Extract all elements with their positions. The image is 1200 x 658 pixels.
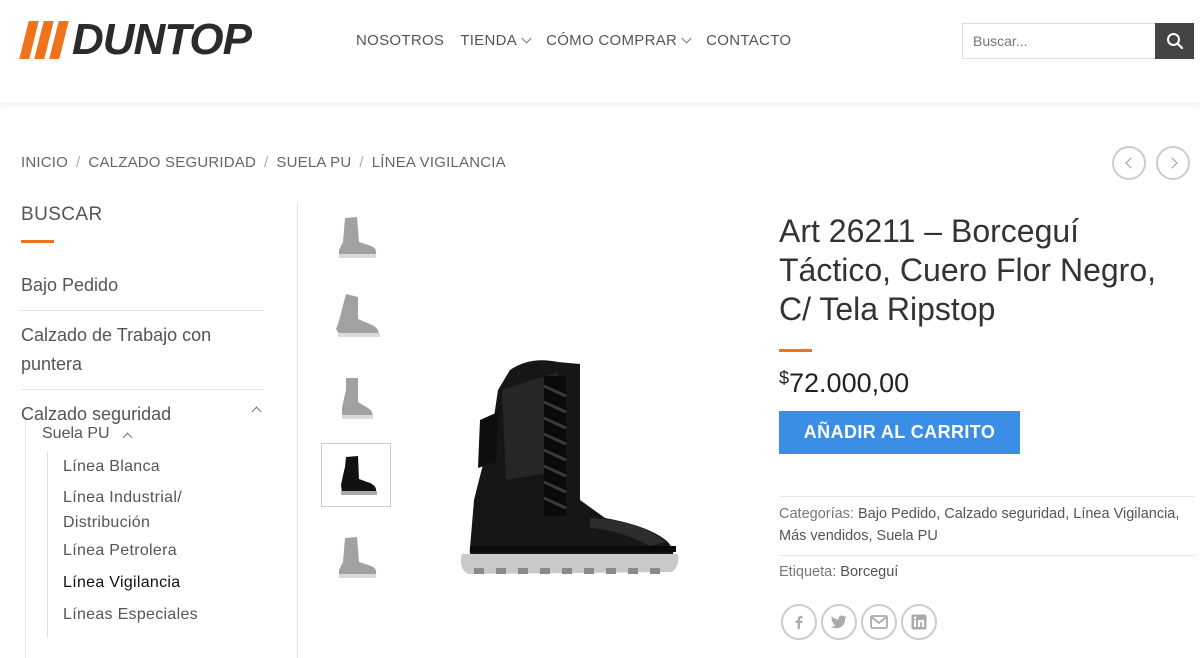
breadcrumb-separator: / [359, 154, 364, 171]
nav-label: NOSOTROS [356, 32, 445, 49]
search-input[interactable] [962, 23, 1155, 59]
boot-thumbnail [341, 456, 377, 495]
product-categories: Categorías: Bajo Pedido, Calzado segurid… [779, 506, 1180, 544]
tag-link[interactable]: Borceguí [840, 564, 898, 580]
site-header: DUNTOP NOSOTROS TIENDA CÓMO COMPRAR CONT… [0, 0, 1200, 102]
nav-tienda[interactable]: TIENDA [460, 32, 532, 49]
tag-label: Etiqueta: [779, 564, 837, 580]
column-divider [297, 203, 298, 658]
category-link[interactable]: Suela PU [877, 528, 938, 544]
sidebar-title: BUSCAR [21, 204, 103, 225]
chevron-right-icon [1165, 157, 1178, 169]
logo-text: DUNTOP [72, 15, 252, 64]
meta-divider [779, 496, 1195, 497]
boot-thumbnail [342, 378, 373, 419]
subitem-label: Suela PU [42, 425, 110, 442]
prev-product-button[interactable] [1112, 146, 1146, 180]
sidebar-link-linea-petrolera[interactable]: Línea Petrolera [63, 542, 213, 574]
chevron-up-icon[interactable] [122, 432, 133, 442]
thumbnail-5[interactable] [321, 525, 391, 589]
thumbnail-4-active[interactable] [321, 443, 391, 507]
title-divider [779, 349, 812, 352]
thumbnail-1[interactable] [321, 205, 391, 269]
sidebar-item-label: Calzado seguridad [21, 404, 172, 424]
add-to-cart-button[interactable]: AÑADIR AL CARRITO [779, 411, 1020, 454]
chevron-up-icon[interactable] [251, 406, 262, 417]
categories-label: Categorías: [779, 506, 854, 522]
product-price: $72.000,00 [779, 368, 909, 399]
sub-sub-list: Línea Blanca Línea Industrial/ Distribuc… [63, 458, 213, 638]
linkedin-icon [911, 614, 927, 630]
thumbnail-2[interactable] [321, 283, 391, 347]
share-linkedin-button[interactable] [901, 604, 937, 640]
search-button[interactable] [1155, 23, 1194, 59]
tree-line [47, 452, 48, 638]
main-nav: NOSOTROS TIENDA CÓMO COMPRAR CONTACTO [356, 32, 791, 49]
sidebar-item-bajo-pedido[interactable]: Bajo Pedido [21, 261, 264, 311]
share-twitter-button[interactable] [821, 604, 857, 640]
logo-bars [19, 21, 69, 59]
category-link[interactable]: Calzado seguridad [944, 506, 1065, 522]
currency-symbol: $ [779, 368, 790, 388]
title-underline [21, 240, 54, 243]
product-tags: Etiqueta: Borceguí [779, 561, 1195, 583]
thumbnail-3[interactable] [321, 365, 391, 429]
nav-como-comprar[interactable]: CÓMO COMPRAR [546, 32, 692, 49]
logo[interactable]: DUNTOP [19, 15, 252, 64]
meta-divider [779, 555, 1195, 556]
nav-label: TIENDA [460, 32, 518, 49]
share-facebook-button[interactable] [781, 604, 817, 640]
boot-thumbnail [336, 294, 380, 337]
nav-contacto[interactable]: CONTACTO [706, 32, 791, 49]
chevron-down-icon [521, 33, 532, 44]
search-icon [1166, 33, 1183, 50]
nav-label: CONTACTO [706, 32, 792, 49]
nav-label: CÓMO COMPRAR [546, 32, 678, 49]
breadcrumb-linea-vigilancia[interactable]: LÍNEA VIGILANCIA [372, 154, 506, 171]
share-email-button[interactable] [861, 604, 897, 640]
boot-thumbnail [339, 217, 377, 258]
email-icon [870, 615, 888, 629]
category-link[interactable]: Línea Vigilancia [1073, 506, 1175, 522]
category-link[interactable]: Bajo Pedido [858, 506, 936, 522]
breadcrumb-separator: / [264, 154, 269, 171]
breadcrumb: INICIO / CALZADO SEGURIDAD / SUELA PU / … [21, 154, 506, 171]
breadcrumb-separator: / [76, 154, 81, 171]
product-title: Art 26211 – Borceguí Táctico, Cuero Flor… [779, 213, 1157, 327]
tree-line [25, 420, 26, 658]
sidebar-subitem-suela-pu[interactable]: Suela PU [42, 425, 133, 443]
sidebar-item-calzado-trabajo[interactable]: Calzado de Trabajo con puntera [21, 311, 264, 390]
category-link[interactable]: Más vendidos [779, 528, 868, 544]
next-product-button[interactable] [1156, 146, 1190, 180]
breadcrumb-inicio[interactable]: INICIO [21, 154, 68, 171]
chevron-down-icon [681, 33, 692, 44]
nav-nosotros[interactable]: NOSOTROS [356, 32, 444, 49]
boot-thumbnail [339, 537, 377, 578]
breadcrumb-suela-pu[interactable]: SUELA PU [276, 154, 351, 171]
sidebar-link-linea-industrial[interactable]: Línea Industrial/ Distribución [63, 485, 213, 543]
twitter-icon [830, 615, 847, 629]
price-amount: 72.000,00 [789, 368, 910, 398]
search-form [962, 23, 1194, 59]
chevron-left-icon [1124, 157, 1137, 169]
breadcrumb-calzado-seguridad[interactable]: CALZADO SEGURIDAD [88, 154, 256, 171]
facebook-icon [795, 616, 803, 629]
sidebar-link-lineas-especiales[interactable]: Líneas Especiales [63, 606, 213, 638]
sidebar-link-linea-vigilancia[interactable]: Línea Vigilancia [63, 574, 213, 606]
product-image[interactable] [440, 350, 690, 590]
sidebar: BUSCAR Bajo Pedido Calzado de Trabajo co… [21, 204, 264, 439]
